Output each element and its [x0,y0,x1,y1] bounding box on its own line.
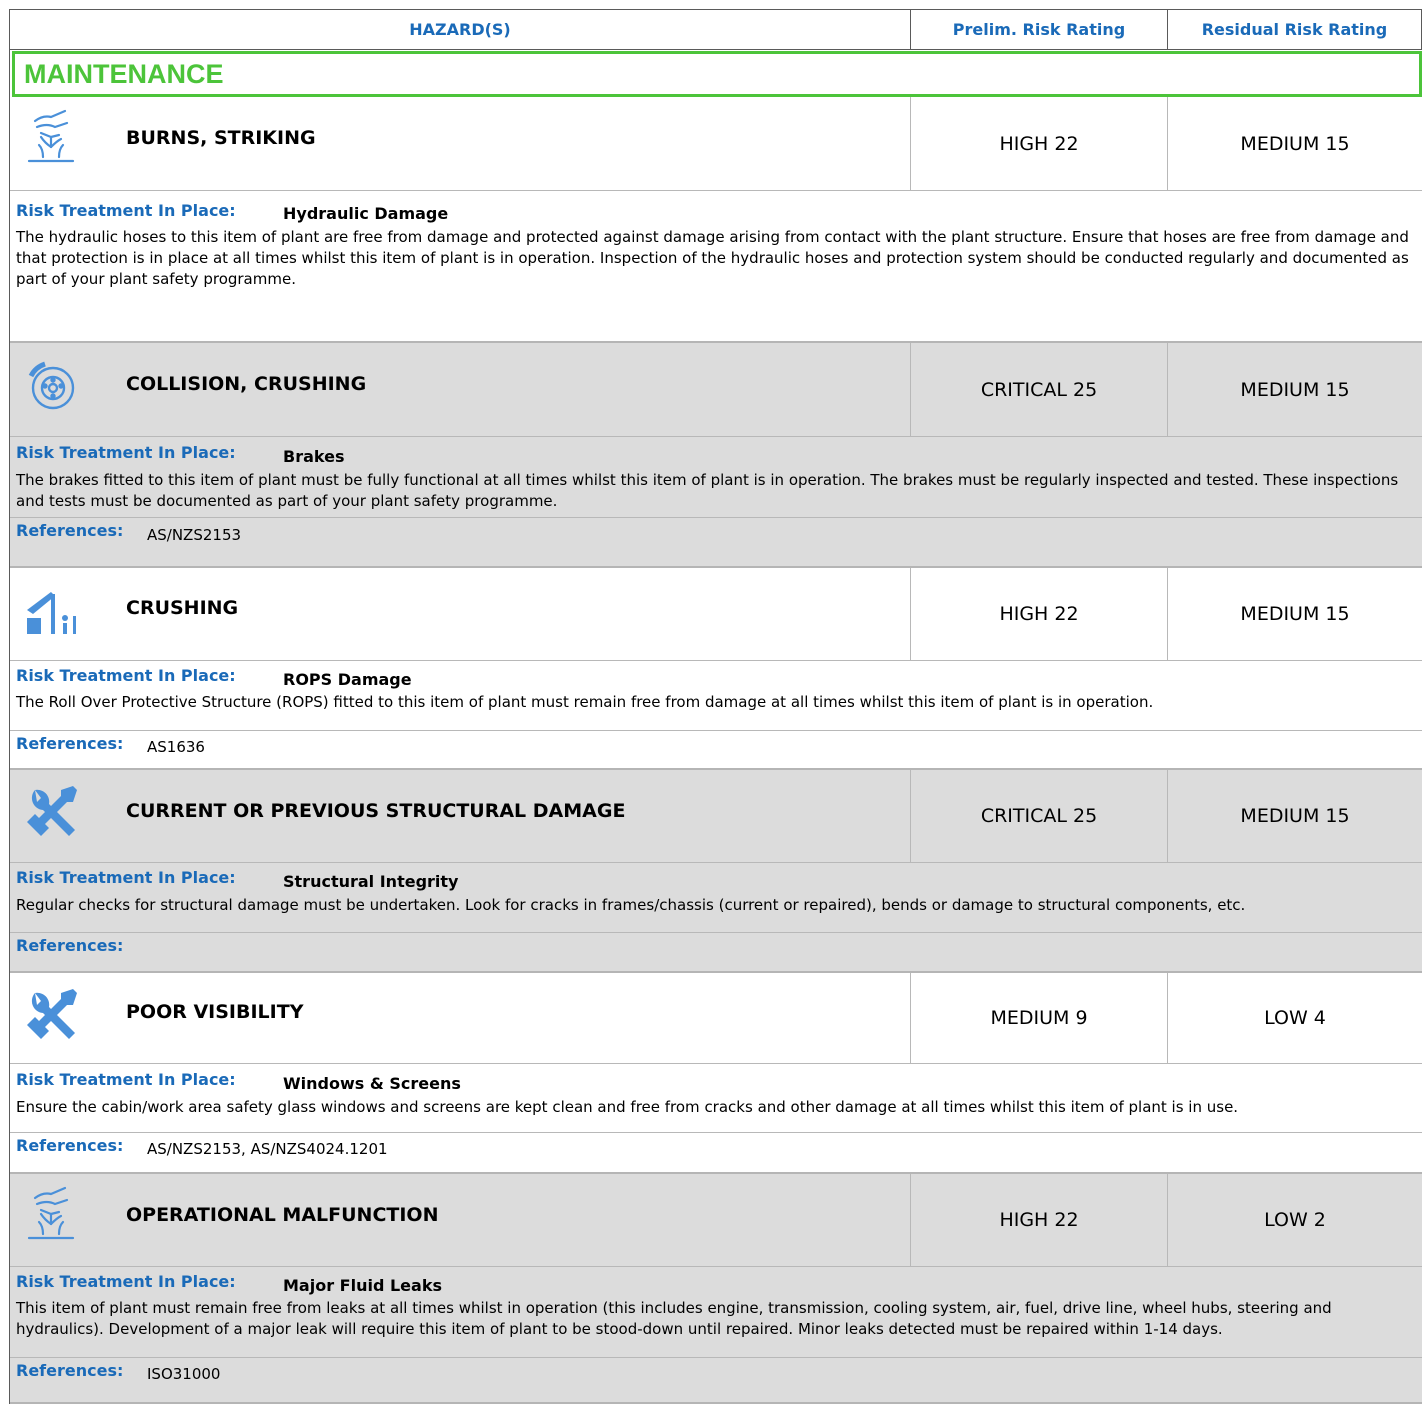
row-divider [10,517,1422,518]
residual-risk-rating: LOW 4 [1167,973,1422,1063]
risk-treatment-label: Risk Treatment In Place: [16,201,236,220]
hazard-name: COLLISION, CRUSHING [126,373,367,395]
references-text: AS1636 [147,738,205,756]
references-text: AS/NZS2153, AS/NZS4024.1201 [147,1140,388,1158]
hazard-row: CRUSHING HIGH 22 MEDIUM 15 [10,568,1422,660]
tools-icon [21,782,81,842]
risk-treatment-description: Ensure the cabin/work area safety glass … [16,1098,1239,1116]
section-title: MAINTENANCE [12,51,1422,97]
row-divider [10,1266,1422,1267]
row-divider [10,190,1422,191]
risk-treatment-title: ROPS Damage [283,670,412,689]
header-residual-risk: Residual Risk Rating [1201,20,1388,39]
hazard-block: CRUSHING HIGH 22 MEDIUM 15 Risk Treatmen… [10,568,1422,770]
row-divider [10,1063,1422,1064]
references-text: AS/NZS2153 [147,526,242,544]
row-divider [10,436,1422,437]
hazard-row: POOR VISIBILITY MEDIUM 9 LOW 4 [10,973,1422,1063]
risk-treatment-description: The hydraulic hoses to this item of plan… [16,228,1409,288]
hazard-block: POOR VISIBILITY MEDIUM 9 LOW 4 Risk Trea… [10,973,1422,1174]
tools-icon [21,985,81,1045]
hazard-name: BURNS, STRIKING [126,127,316,149]
prelim-risk-rating: HIGH 22 [910,97,1167,190]
hazard-name: OPERATIONAL MALFUNCTION [126,1204,439,1226]
risk-treatment-title: Windows & Screens [283,1074,461,1093]
risk-treatment-title: Brakes [283,447,345,466]
row-divider [10,660,1422,661]
risk-treatment-title: Hydraulic Damage [283,204,449,223]
hazard-block: CURRENT OR PREVIOUS STRUCTURAL DAMAGE CR… [10,770,1422,973]
hazard-row: COLLISION, CRUSHING CRITICAL 25 MEDIUM 1… [10,343,1422,436]
references-label: References: [16,936,124,955]
hazard-block: OPERATIONAL MALFUNCTION HIGH 22 LOW 2 Ri… [10,1174,1422,1404]
risk-treatment-label: Risk Treatment In Place: [16,443,236,462]
header-hazards: HAZARD(S) [10,10,911,49]
hazard-name: POOR VISIBILITY [126,1001,304,1023]
residual-risk-rating: MEDIUM 15 [1167,770,1422,862]
risk-treatment-label: Risk Treatment In Place: [16,1070,236,1089]
risk-treatment-description: This item of plant must remain free from… [16,1299,1332,1338]
risk-treatment-description: The Roll Over Protective Structure (ROPS… [16,693,1154,711]
row-divider [10,730,1422,731]
hazard-block: COLLISION, CRUSHING CRITICAL 25 MEDIUM 1… [10,343,1422,568]
references-label: References: [16,1361,124,1380]
references-label: References: [16,1136,124,1155]
risk-treatment-label: Risk Treatment In Place: [16,666,236,685]
references-label: References: [16,521,124,540]
hazard-row: CURRENT OR PREVIOUS STRUCTURAL DAMAGE CR… [10,770,1422,862]
risk-treatment-label: Risk Treatment In Place: [16,868,236,887]
header-prelim-risk: Prelim. Risk Rating [911,10,1168,49]
residual-risk-rating: LOW 2 [1167,1174,1422,1266]
hazard-name: CRUSHING [126,597,239,619]
row-divider [10,1357,1422,1358]
prelim-risk-rating: CRITICAL 25 [910,343,1167,436]
residual-risk-rating: MEDIUM 15 [1167,343,1422,436]
burn-hand-icon [21,107,81,167]
hazard-row: BURNS, STRIKING HIGH 22 MEDIUM 15 [10,97,1422,190]
risk-treatment-label: Risk Treatment In Place: [16,1272,236,1291]
residual-risk-rating: MEDIUM 15 [1167,568,1422,660]
prelim-risk-rating: CRITICAL 25 [910,770,1167,862]
brake-disc-icon [21,354,81,414]
prelim-risk-rating: MEDIUM 9 [910,973,1167,1063]
references-label: References: [16,734,124,753]
hazard-block: BURNS, STRIKING HIGH 22 MEDIUM 15 Risk T… [10,97,1422,419]
hazard-row: OPERATIONAL MALFUNCTION HIGH 22 LOW 2 [10,1174,1422,1266]
residual-risk-rating: MEDIUM 15 [1167,97,1422,190]
row-divider [10,862,1422,863]
prelim-risk-rating: HIGH 22 [910,568,1167,660]
row-divider [10,1132,1422,1133]
burn-hand-icon [21,1184,81,1244]
hazard-name: CURRENT OR PREVIOUS STRUCTURAL DAMAGE [126,800,626,822]
risk-treatment-title: Major Fluid Leaks [283,1276,442,1295]
risk-treatment-title: Structural Integrity [283,872,459,891]
prelim-risk-rating: HIGH 22 [910,1174,1167,1266]
references-text: ISO31000 [147,1365,221,1383]
risk-treatment-description: The brakes fitted to this item of plant … [16,471,1399,510]
rollover-structure-icon [21,580,81,640]
table-header: HAZARD(S) Prelim. Risk Rating Residual R… [9,9,1422,50]
risk-treatment-description: Regular checks for structural damage mus… [16,896,1246,914]
row-divider [10,932,1422,933]
